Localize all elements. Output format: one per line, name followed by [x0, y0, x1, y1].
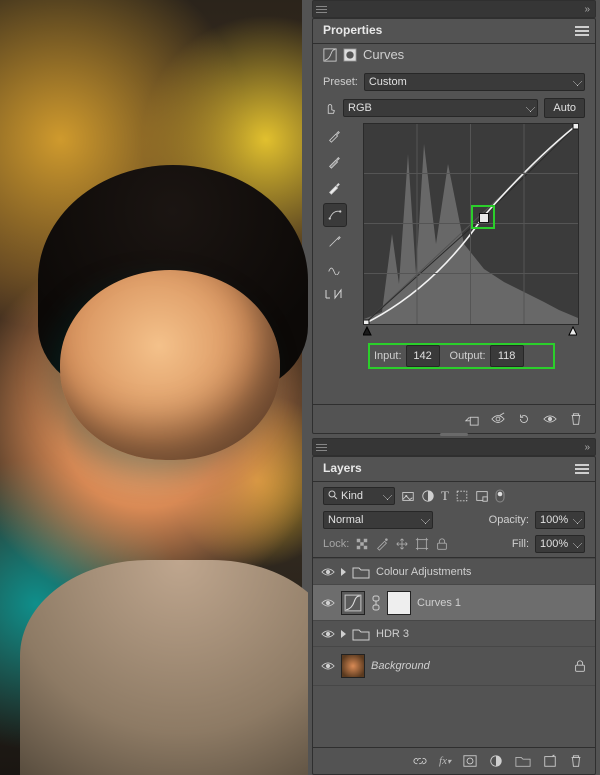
layer-name[interactable]: Curves 1 [417, 597, 461, 609]
input-value-field[interactable] [406, 345, 440, 367]
lock-image-icon[interactable] [375, 537, 389, 551]
mask-icon [343, 48, 357, 62]
layer-group-colour-adjustments[interactable]: Colour Adjustments [313, 558, 595, 585]
edit-curve-points-icon[interactable] [323, 203, 347, 227]
lock-all-icon[interactable] [435, 537, 449, 551]
link-layers-icon[interactable] [413, 754, 427, 768]
resize-grip-icon[interactable] [440, 433, 468, 436]
preset-select[interactable]: Custom [364, 73, 585, 91]
drag-grip-icon [316, 5, 327, 13]
opacity-label: Opacity: [489, 514, 529, 526]
auto-button[interactable]: Auto [544, 98, 585, 118]
layers-tab[interactable]: Layers [313, 457, 372, 479]
visibility-eye-icon[interactable] [321, 659, 335, 673]
chevron-right-icon[interactable] [341, 568, 346, 576]
lock-artboard-icon[interactable] [415, 537, 429, 551]
input-output-highlight: Input: Output: [368, 343, 555, 369]
preset-label: Preset: [323, 76, 358, 88]
curve-options-icon[interactable] [323, 283, 345, 305]
visibility-eye-icon[interactable] [321, 565, 335, 579]
draw-curve-icon[interactable] [323, 231, 345, 253]
trash-icon[interactable] [569, 754, 583, 768]
lock-icon[interactable] [573, 659, 587, 673]
filter-adjustment-icon[interactable] [421, 489, 435, 503]
lock-label: Lock: [323, 538, 349, 550]
filter-toggle-icon[interactable] [495, 489, 505, 503]
curve-point[interactable] [479, 213, 489, 223]
opacity-value[interactable]: 100% [535, 511, 585, 529]
clip-to-layer-icon[interactable] [465, 412, 479, 426]
fill-label: Fill: [512, 538, 529, 550]
layers-panel: Layers Kind T Normal [312, 456, 596, 775]
folder-icon [352, 627, 370, 641]
curves-thumb-icon [341, 591, 365, 615]
properties-panel: Properties Curves Preset: [312, 18, 596, 434]
collapse-panels-icon[interactable]: » [584, 442, 590, 453]
lock-position-icon[interactable] [395, 537, 409, 551]
layer-background[interactable]: Background [313, 646, 595, 686]
new-group-icon[interactable] [515, 754, 531, 768]
layer-name[interactable]: Colour Adjustments [376, 566, 471, 578]
curves-adj-icon [323, 48, 337, 62]
filter-type-icon[interactable]: T [441, 488, 449, 504]
chevron-right-icon[interactable] [341, 630, 346, 638]
fill-value[interactable]: 100% [535, 535, 585, 553]
canvas-photo[interactable] [0, 0, 302, 775]
collapse-panels-icon[interactable]: » [584, 4, 590, 15]
layer-curves-1[interactable]: Curves 1 [313, 584, 595, 621]
adjustment-type-label: Curves [363, 47, 404, 62]
smooth-curve-icon[interactable] [323, 257, 345, 279]
toggle-visibility-icon[interactable] [491, 412, 505, 426]
black-point-eyedropper-icon[interactable] [323, 125, 345, 147]
white-point-eyedropper-icon[interactable] [323, 177, 345, 199]
panel-menu-icon[interactable] [575, 464, 589, 474]
blend-mode-select[interactable]: Normal [323, 511, 433, 529]
curves-graph[interactable] [363, 123, 579, 325]
trash-icon[interactable] [569, 412, 583, 426]
new-adjustment-icon[interactable] [489, 754, 503, 768]
lock-transparency-icon[interactable] [355, 537, 369, 551]
channel-select[interactable]: RGB [343, 99, 538, 117]
visibility-eye-icon[interactable] [543, 412, 557, 426]
gray-point-eyedropper-icon[interactable] [323, 151, 345, 173]
properties-tab[interactable]: Properties [313, 19, 392, 41]
new-layer-icon[interactable] [543, 754, 557, 768]
layers-collapse-strip[interactable]: » [312, 438, 596, 456]
reset-icon[interactable] [517, 412, 531, 426]
panel-menu-icon[interactable] [575, 26, 589, 36]
add-mask-icon[interactable] [463, 754, 477, 768]
properties-collapse-strip[interactable]: » [312, 0, 596, 18]
drag-grip-icon [316, 443, 327, 451]
layer-name[interactable]: HDR 3 [376, 628, 409, 640]
finger-tool-icon[interactable] [323, 101, 337, 115]
black-white-point-slider[interactable] [363, 325, 577, 337]
filter-pixel-icon[interactable] [401, 489, 415, 503]
visibility-eye-icon[interactable] [321, 596, 335, 610]
filter-smartobj-icon[interactable] [475, 489, 489, 503]
search-icon [328, 490, 338, 500]
link-icon[interactable] [371, 595, 381, 611]
folder-icon [352, 565, 370, 579]
layer-style-icon[interactable]: fx▾ [439, 755, 451, 767]
layer-name[interactable]: Background [371, 660, 430, 672]
layer-thumb [341, 654, 365, 678]
output-value-field[interactable] [490, 345, 524, 367]
layer-group-hdr-3[interactable]: HDR 3 [313, 620, 595, 647]
layer-mask-thumb[interactable] [387, 591, 411, 615]
input-label: Input: [374, 350, 402, 362]
output-label: Output: [450, 350, 486, 362]
visibility-eye-icon[interactable] [321, 627, 335, 641]
filter-shape-icon[interactable] [455, 489, 469, 503]
